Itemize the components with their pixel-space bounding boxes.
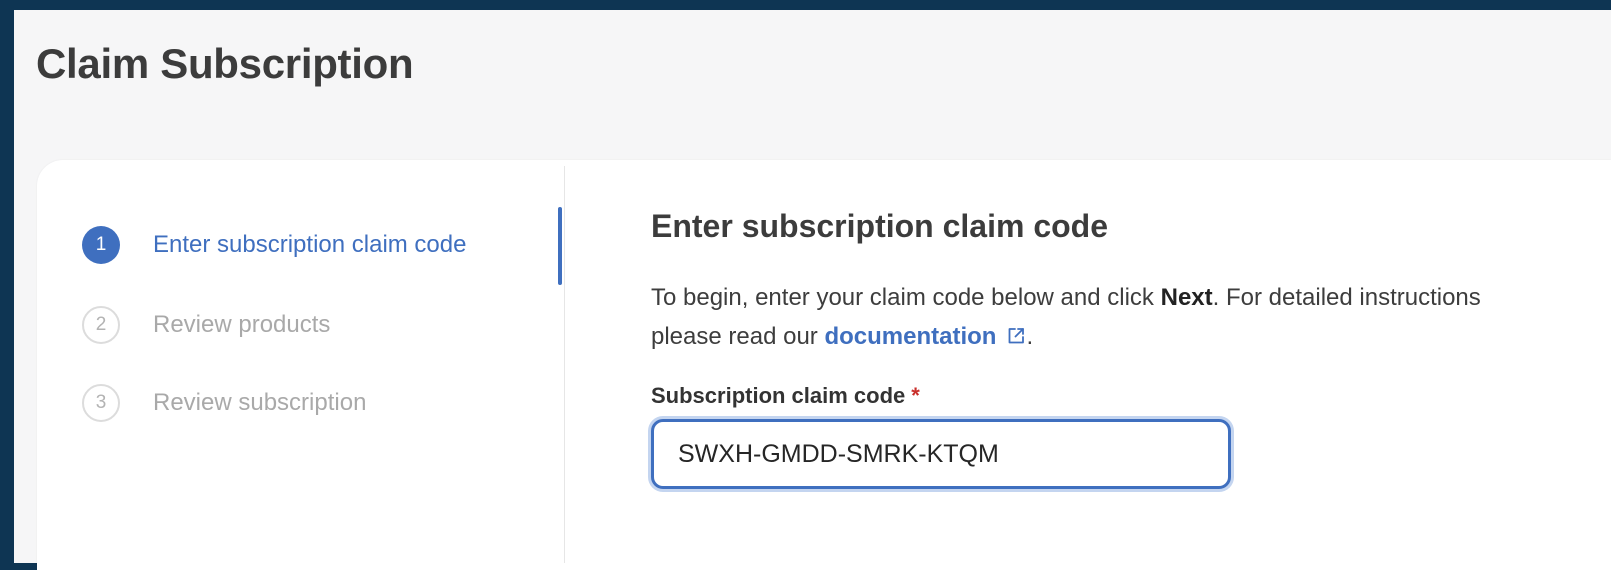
step-1-number-badge: 1 bbox=[82, 226, 120, 264]
instructions-line-1-end: . For detailed instructions bbox=[1212, 284, 1481, 311]
step-2-number-badge: 2 bbox=[82, 306, 120, 344]
step-1-label: Enter subscription claim code bbox=[153, 231, 467, 258]
step-1-enter-claim-code[interactable]: 1 Enter subscription claim code bbox=[82, 225, 466, 265]
required-marker: * bbox=[911, 383, 920, 408]
instructions-line-1: To begin, enter your claim code below an… bbox=[651, 278, 1611, 317]
claim-code-field-label: Subscription claim code * bbox=[651, 383, 920, 409]
wizard-stepper: 1 Enter subscription claim code 2 Review… bbox=[37, 160, 564, 563]
step-3-label: Review subscription bbox=[153, 389, 367, 416]
claim-code-input-frame bbox=[651, 419, 1231, 489]
stepper-divider bbox=[564, 166, 565, 563]
step-3-number-badge: 3 bbox=[82, 384, 120, 422]
instructions-line-1-start: To begin, enter your claim code below an… bbox=[651, 284, 1161, 311]
next-emphasis: Next bbox=[1160, 284, 1213, 311]
page-title: Claim Subscription bbox=[36, 40, 414, 87]
step-2-label: Review products bbox=[153, 311, 331, 338]
claim-code-input[interactable] bbox=[654, 422, 1228, 486]
instructions-line-2: please read our documentation. bbox=[651, 317, 1611, 356]
claim-code-label-text: Subscription claim code bbox=[651, 383, 906, 408]
documentation-link[interactable]: documentation bbox=[824, 323, 1026, 350]
section-title: Enter subscription claim code bbox=[651, 208, 1108, 244]
step-2-review-products[interactable]: 2 Review products bbox=[82, 305, 330, 345]
external-link-icon bbox=[1009, 328, 1025, 344]
step-3-review-subscription[interactable]: 3 Review subscription bbox=[82, 383, 366, 423]
instructions-text: To begin, enter your claim code below an… bbox=[651, 278, 1611, 356]
app-window: Claim Subscription 1 Enter subscription … bbox=[14, 10, 1611, 570]
instructions-line-2-start: please read our bbox=[651, 323, 825, 350]
instructions-line-2-end: . bbox=[1026, 323, 1034, 350]
active-step-indicator bbox=[558, 207, 562, 285]
wizard-card: 1 Enter subscription claim code 2 Review… bbox=[37, 160, 1611, 570]
documentation-link-label: documentation bbox=[824, 323, 997, 350]
